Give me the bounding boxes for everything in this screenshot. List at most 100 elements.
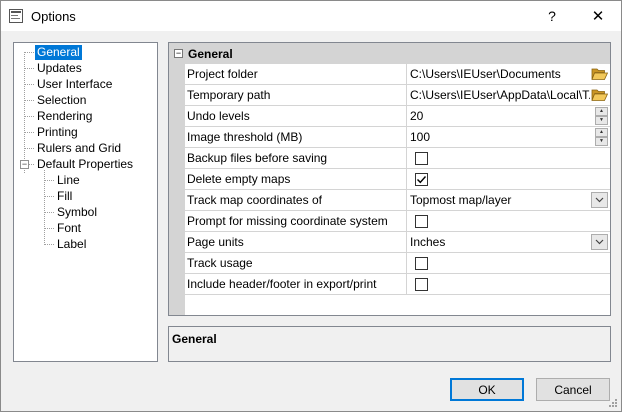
- spin-down-icon[interactable]: ▼: [595, 137, 608, 146]
- property-row-track-map-coordinates[interactable]: Track map coordinates of Topmost map/lay…: [185, 190, 610, 211]
- category-row-general[interactable]: − General: [169, 43, 610, 64]
- image-threshold-spinner[interactable]: ▲ ▼: [595, 128, 608, 146]
- tree-item-font[interactable]: Font: [55, 221, 83, 236]
- dropdown-button[interactable]: [591, 192, 608, 208]
- property-value[interactable]: 100 ▲ ▼: [409, 127, 610, 147]
- property-row-include-header-footer[interactable]: Include header/footer in export/print: [185, 274, 610, 295]
- tree-item-line[interactable]: Line: [55, 173, 82, 188]
- dropdown-button[interactable]: [591, 234, 608, 250]
- prompt-missing-coordinate-checkbox[interactable]: [415, 215, 428, 228]
- tree-connector: [24, 52, 34, 53]
- project-folder-value[interactable]: C:\Users\IEUser\Documents: [410, 64, 590, 84]
- tree-item-fill[interactable]: Fill: [55, 189, 74, 204]
- image-threshold-value[interactable]: 100: [410, 127, 590, 147]
- undo-levels-value[interactable]: 20: [410, 106, 590, 126]
- property-name: Track usage: [185, 253, 407, 273]
- property-name: Undo levels: [185, 106, 407, 126]
- property-name: Image threshold (MB): [185, 127, 407, 147]
- tree-connector: [44, 196, 54, 197]
- property-name: Page units: [185, 232, 407, 252]
- title-bar[interactable]: Options ? ✕: [1, 1, 621, 31]
- ok-button[interactable]: OK: [450, 378, 524, 401]
- tree-connector: [44, 244, 54, 245]
- property-value[interactable]: [409, 211, 610, 231]
- property-value[interactable]: [409, 148, 610, 168]
- property-value[interactable]: [409, 169, 610, 189]
- property-row-project-folder[interactable]: Project folder C:\Users\IEUser\Documents: [185, 64, 610, 85]
- property-name: Backup files before saving: [185, 148, 407, 168]
- tree-item-rendering[interactable]: Rendering: [35, 109, 94, 124]
- options-app-icon: [9, 9, 23, 23]
- folder-open-icon[interactable]: [591, 66, 608, 81]
- property-value[interactable]: 20 ▲ ▼: [409, 106, 610, 126]
- cancel-button[interactable]: Cancel: [536, 378, 610, 401]
- spin-down-icon[interactable]: ▼: [595, 116, 608, 125]
- collapse-icon[interactable]: −: [20, 160, 29, 169]
- property-value[interactable]: C:\Users\IEUser\Documents: [409, 64, 610, 84]
- tree-connector: [44, 228, 54, 229]
- property-value[interactable]: Topmost map/layer: [409, 190, 610, 210]
- tree-item-user-interface[interactable]: User Interface: [35, 77, 114, 92]
- tree-connector: [24, 100, 34, 101]
- property-name: Delete empty maps: [185, 169, 407, 189]
- page-units-value[interactable]: Inches: [410, 232, 590, 252]
- track-map-coordinates-value[interactable]: Topmost map/layer: [410, 190, 590, 210]
- property-value[interactable]: [409, 253, 610, 273]
- property-name: Include header/footer in export/print: [185, 274, 407, 294]
- tree-item-rulers-and-grid[interactable]: Rulers and Grid: [35, 141, 123, 156]
- tree-connector: [29, 164, 34, 165]
- options-dialog: Options ? ✕ − General Updates User Inter…: [0, 0, 622, 412]
- property-grid[interactable]: − General Project folder C:\Users\IEUser…: [168, 42, 611, 316]
- property-name: Temporary path: [185, 85, 407, 105]
- undo-levels-spinner[interactable]: ▲ ▼: [595, 107, 608, 125]
- checkmark-icon: [417, 176, 427, 184]
- property-value[interactable]: Inches: [409, 232, 610, 252]
- track-usage-checkbox[interactable]: [415, 257, 428, 270]
- spin-up-icon[interactable]: ▲: [595, 128, 608, 137]
- property-row-page-units[interactable]: Page units Inches: [185, 232, 610, 253]
- description-title: General: [172, 332, 217, 346]
- tree-item-updates[interactable]: Updates: [35, 61, 84, 76]
- property-row-backup-files[interactable]: Backup files before saving: [185, 148, 610, 169]
- include-header-footer-checkbox[interactable]: [415, 278, 428, 291]
- tree-item-default-properties[interactable]: Default Properties: [35, 157, 135, 172]
- tree-connector: [44, 212, 54, 213]
- category-label: General: [188, 47, 233, 61]
- tree-item-selection[interactable]: Selection: [35, 93, 88, 108]
- property-name: Track map coordinates of: [185, 190, 407, 210]
- property-row-track-usage[interactable]: Track usage: [185, 253, 610, 274]
- temporary-path-value[interactable]: C:\Users\IEUser\AppData\Local\T...: [410, 85, 590, 105]
- window-title: Options: [31, 9, 76, 24]
- description-panel: General: [168, 326, 611, 362]
- tree-connector: [44, 180, 54, 181]
- tree-item-symbol[interactable]: Symbol: [55, 205, 99, 220]
- tree-connector: [24, 68, 34, 69]
- property-name: Project folder: [185, 64, 407, 84]
- tree-connector: [24, 116, 34, 117]
- delete-empty-maps-checkbox[interactable]: [415, 173, 428, 186]
- tree-item-printing[interactable]: Printing: [35, 125, 80, 140]
- property-row-image-threshold[interactable]: Image threshold (MB) 100 ▲ ▼: [185, 127, 610, 148]
- property-name: Prompt for missing coordinate system: [185, 211, 407, 231]
- chevron-down-icon: [595, 239, 604, 245]
- close-button[interactable]: ✕: [583, 1, 613, 31]
- tree-item-general[interactable]: General: [35, 45, 82, 60]
- tree-connector: [24, 52, 25, 173]
- backup-files-checkbox[interactable]: [415, 152, 428, 165]
- tree-item-label[interactable]: Label: [55, 237, 88, 252]
- tree-connector: [24, 132, 34, 133]
- property-value[interactable]: C:\Users\IEUser\AppData\Local\T...: [409, 85, 610, 105]
- options-tree[interactable]: − General Updates User Interface Selecti…: [13, 42, 158, 362]
- property-row-prompt-missing-coordinate-system[interactable]: Prompt for missing coordinate system: [185, 211, 610, 232]
- property-row-delete-empty-maps[interactable]: Delete empty maps: [185, 169, 610, 190]
- property-value[interactable]: [409, 274, 610, 294]
- collapse-icon[interactable]: −: [174, 49, 183, 58]
- property-row-undo-levels[interactable]: Undo levels 20 ▲ ▼: [185, 106, 610, 127]
- resize-grip-icon[interactable]: [608, 398, 618, 408]
- help-button[interactable]: ?: [537, 1, 567, 31]
- spin-up-icon[interactable]: ▲: [595, 107, 608, 116]
- folder-open-icon[interactable]: [591, 87, 608, 102]
- property-row-temporary-path[interactable]: Temporary path C:\Users\IEUser\AppData\L…: [185, 85, 610, 106]
- grid-margin: [169, 64, 185, 315]
- tree-connector: [24, 84, 34, 85]
